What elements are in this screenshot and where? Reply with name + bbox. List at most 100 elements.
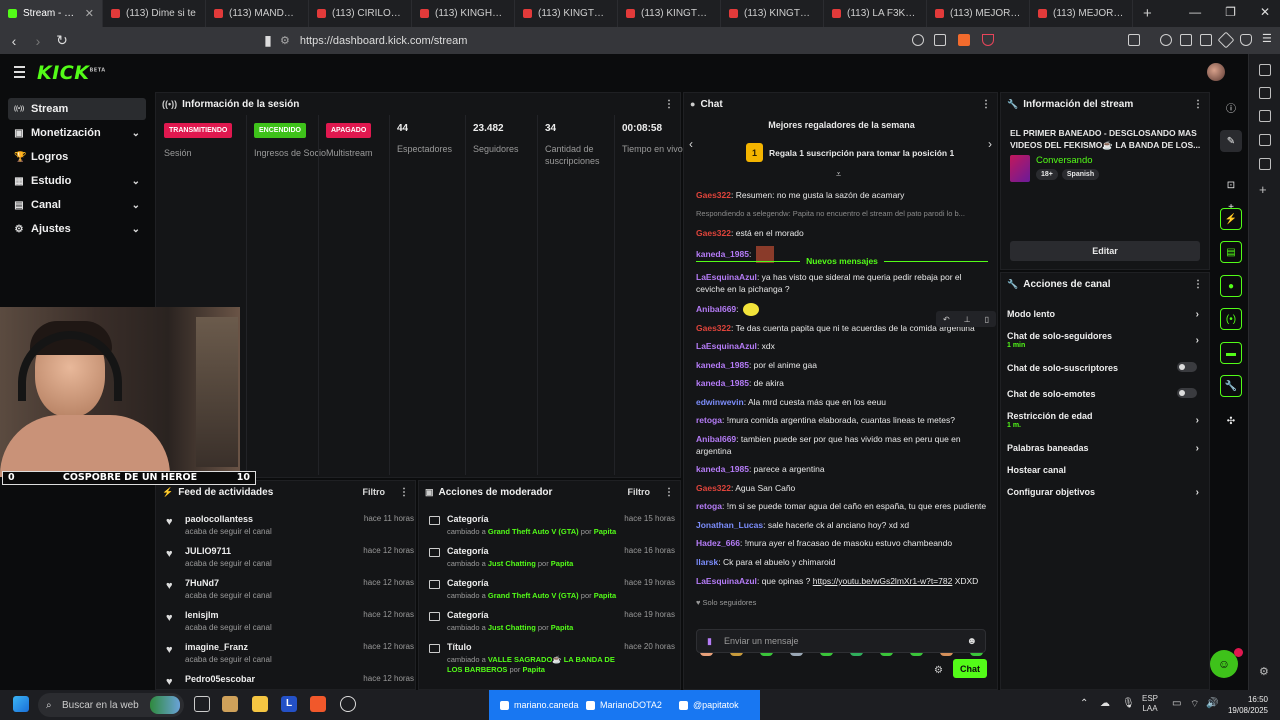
chat-message[interactable]: LaEsquinaAzul: ya has visto que sideral … (696, 271, 988, 295)
feed-username[interactable]: JULIO9711 (185, 546, 231, 556)
chat-bubble-icon[interactable]: ● (1220, 275, 1242, 297)
chat-input[interactable]: ▮ Enviar un mensaje ☻ (696, 629, 986, 653)
toggle-switch[interactable] (1177, 362, 1197, 372)
site-info-icon[interactable]: ⚙ (280, 34, 290, 47)
pin-down-icon[interactable]: ⩡ (836, 169, 841, 180)
sidebar-bookmarks-icon[interactable] (1259, 64, 1271, 76)
task-view-icon[interactable] (194, 696, 210, 712)
chevron-right-icon[interactable]: › (1196, 443, 1199, 454)
expand-icon[interactable]: ⊡ (1220, 174, 1242, 196)
menu-icon[interactable]: ☰ (1262, 32, 1274, 45)
feed-item[interactable]: ♥ lenisjlm acaba de seguir el canal hace 12… (164, 608, 414, 640)
app-l-icon[interactable]: L (281, 696, 297, 712)
toggle-switch[interactable] (1177, 388, 1197, 398)
chat-username[interactable]: Anibal669 (696, 304, 736, 314)
chat-message[interactable]: LaEsquinaAzul: xdx (696, 340, 988, 352)
more-options-icon[interactable]: ⋮ (981, 99, 991, 110)
chat-username[interactable]: Hadez_666 (696, 538, 740, 548)
edit-pencil-icon[interactable]: ✎ (1220, 130, 1242, 152)
pin-icon[interactable]: ⊥ (964, 315, 971, 324)
feed-item[interactable]: ♥ imagine_Franz acaba de seguir el canal ha… (164, 640, 414, 672)
nav-item-stream[interactable]: ((•)) Stream (8, 98, 146, 120)
channel-action-item[interactable]: Configurar objetivos › (1007, 487, 1203, 498)
chat-username[interactable]: Gaes322 (696, 483, 731, 493)
browser-tab[interactable]: (113) KINGTEKA CO (618, 0, 721, 27)
chevron-down-icon[interactable]: ⌄ (132, 128, 140, 139)
channel-action-item[interactable]: Palabras baneadas › (1007, 443, 1203, 454)
chevron-right-icon[interactable]: › (1196, 335, 1199, 346)
panels-icon[interactable]: ▬ (1220, 342, 1242, 364)
zoom-icon[interactable] (912, 34, 924, 46)
user-avatar[interactable] (1207, 63, 1225, 81)
chat-username[interactable]: LaEsquinaAzul (696, 272, 757, 282)
edit-button[interactable]: Editar (1010, 241, 1200, 261)
chat-username[interactable]: LaEsquinaAzul (696, 341, 757, 351)
nav-item-canal[interactable]: ▤ Canal ⌄ (8, 194, 146, 216)
chat-link[interactable]: https://youtu.be/wGs2lmXr1-w?t=782 (813, 576, 953, 586)
chat-username[interactable]: Gaes322 (696, 190, 731, 200)
broadcast-rail-icon[interactable]: (•) (1220, 308, 1242, 330)
tools-icon[interactable]: 🔧 (1220, 375, 1242, 397)
obs-icon[interactable] (340, 696, 356, 712)
sidebar-add-icon[interactable]: + (1259, 183, 1271, 196)
wallet-icon[interactable] (1200, 34, 1212, 46)
tray-chevron-icon[interactable]: ⌃ (1080, 698, 1088, 709)
display-icon[interactable]: ▭ (1172, 698, 1181, 709)
chat-username[interactable]: kaneda_1985 (696, 378, 749, 388)
chat-settings-icon[interactable]: ⚙ (934, 665, 943, 676)
reload-icon[interactable]: ↻ (52, 32, 72, 49)
feed-item[interactable]: ♥ JULIO9711 acaba de seguir el canal hace 1… (164, 544, 414, 576)
browser-tab[interactable]: (113) LA F3KA HOU (824, 0, 927, 27)
prev-arrow-icon[interactable]: ‹ (689, 137, 693, 151)
clock[interactable]: 16:50 19/08/2025 (1222, 694, 1268, 716)
tag-chip[interactable]: Spanish (1061, 169, 1100, 180)
chat-message[interactable]: retoga: !m si se puede tomar agua del ca… (696, 500, 988, 512)
mod-action-item[interactable]: Categoría cambiado a Grand Theft Auto V (… (427, 576, 675, 608)
nav-item-ajustes[interactable]: ⚙ Ajustes ⌄ (8, 218, 146, 240)
mod-action-item[interactable]: Título cambiado a VALLE SAGRADO☕ LA BANDA… (427, 640, 675, 674)
more-options-icon[interactable]: ⋮ (1193, 279, 1203, 290)
chat-username[interactable]: LaEsquinaAzul (696, 576, 757, 586)
channel-action-item[interactable]: Chat de solo-seguidores 1 min › (1007, 331, 1203, 349)
feed-username[interactable]: imagine_Franz (185, 642, 248, 652)
emoji-picker-icon[interactable]: ☻ (966, 636, 977, 647)
chevron-down-icon[interactable]: ⌄ (132, 176, 140, 187)
chat-username[interactable]: retoga (696, 501, 722, 511)
integrations-icon[interactable]: ✣ (1220, 410, 1242, 432)
share-icon[interactable] (934, 34, 946, 46)
mod-action-item[interactable]: Categoría cambiado a Grand Theft Auto V (… (427, 512, 675, 544)
sidebar-reading-icon[interactable] (1259, 87, 1271, 99)
vpn-icon[interactable] (1240, 34, 1252, 46)
category-name[interactable]: Conversando (1036, 155, 1093, 166)
chat-username[interactable]: Jonathan_Lucas (696, 520, 763, 530)
more-options-icon[interactable]: ⋮ (1193, 99, 1203, 110)
sidebar-leo-icon[interactable] (1259, 158, 1271, 170)
chevron-down-icon[interactable]: ⌄ (132, 224, 140, 235)
windows-start-icon[interactable] (13, 696, 29, 712)
chat-username[interactable]: Gaes322 (696, 323, 731, 333)
chat-message[interactable]: Gaes322: está en el morado (696, 227, 988, 239)
feed-item[interactable]: ♥ Pedro05escobar hace 12 horas (164, 672, 414, 689)
feed-filter-button[interactable]: Filtro (363, 487, 386, 497)
more-options-icon[interactable]: ⋮ (399, 487, 409, 498)
volume-icon[interactable]: 🔊 (1206, 698, 1218, 709)
url-field[interactable]: ⚙ https://dashboard.kick.com/stream (280, 31, 940, 50)
mod-action-item[interactable]: Categoría cambiado a Just Chatting por Pa… (427, 608, 675, 640)
chevron-down-icon[interactable]: ⌄ (132, 200, 140, 211)
more-options-icon[interactable]: ⋮ (664, 487, 674, 498)
leo-ai-icon[interactable] (1217, 31, 1235, 49)
nav-item-monetización[interactable]: ▣ Monetización ⌄ (8, 122, 146, 144)
channel-action-item[interactable]: Restricción de edad 1 m. › (1007, 411, 1203, 429)
maximize-icon[interactable]: ❐ (1225, 5, 1236, 19)
chat-username[interactable]: retoga (696, 415, 722, 425)
hamburger-menu-icon[interactable] (14, 66, 25, 81)
channel-action-item[interactable]: Modo lento › (1007, 309, 1203, 320)
chat-message[interactable]: Hadez_666: !mura ayer el fracasao de mas… (696, 537, 988, 549)
chat-message[interactable]: kaneda_1985: parece a argentina (696, 463, 988, 475)
sidebar-settings-icon[interactable]: ⚙ (1259, 666, 1271, 678)
channel-action-item[interactable]: Hostear canal (1007, 465, 1203, 475)
wifi-icon[interactable]: ⌔ (1190, 698, 1199, 711)
quick-action-icon[interactable]: ⚡ (1220, 208, 1242, 230)
chat-message[interactable]: Jonathan_Lucas: sale hacerle ck al ancia… (696, 519, 988, 531)
new-tab-icon[interactable]: + (1133, 5, 1162, 22)
